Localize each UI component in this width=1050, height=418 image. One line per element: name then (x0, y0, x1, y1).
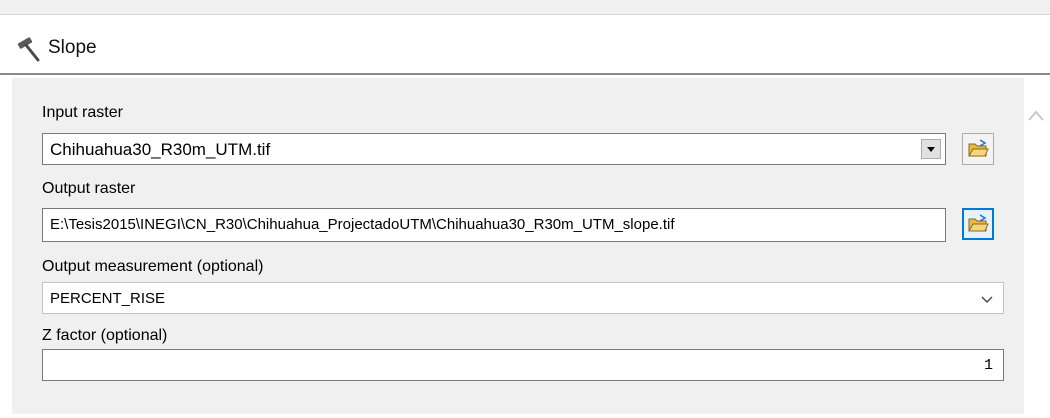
hammer-icon (17, 37, 40, 62)
input-raster-dropdown-button[interactable] (921, 139, 941, 159)
input-raster-value: Chihuahua30_R30m_UTM.tif (50, 140, 271, 159)
tool-title: Slope (48, 37, 97, 58)
scroll-up-chevron-icon[interactable] (1026, 108, 1046, 124)
z-factor-input[interactable]: 1 (42, 349, 1004, 381)
input-raster-label: Input raster (42, 104, 123, 121)
output-raster-label: Output raster (42, 180, 136, 197)
input-raster-browse-button[interactable] (962, 133, 994, 165)
chevron-down-icon (981, 296, 993, 303)
output-raster-value: E:\Tesis2015\INEGI\CN_R30\Chihuahua_Proj… (50, 216, 675, 233)
dropdown-arrow-icon (927, 147, 935, 152)
input-raster-combobox[interactable]: Chihuahua30_R30m_UTM.tif (42, 133, 946, 165)
output-measurement-label: Output measurement (optional) (42, 258, 264, 275)
output-raster-field[interactable]: E:\Tesis2015\INEGI\CN_R30\Chihuahua_Proj… (42, 208, 946, 242)
folder-open-icon (968, 214, 989, 232)
output-measurement-value: PERCENT_RISE (50, 290, 166, 307)
folder-open-icon (968, 139, 989, 157)
title-divider (0, 73, 1050, 75)
z-factor-value: 1 (983, 357, 993, 374)
output-measurement-select[interactable]: PERCENT_RISE (42, 282, 1004, 314)
top-window-strip (0, 0, 1050, 15)
tool-title-bar: Slope (0, 15, 1050, 73)
z-factor-label: Z factor (optional) (42, 327, 168, 344)
output-raster-browse-button[interactable] (962, 208, 994, 240)
